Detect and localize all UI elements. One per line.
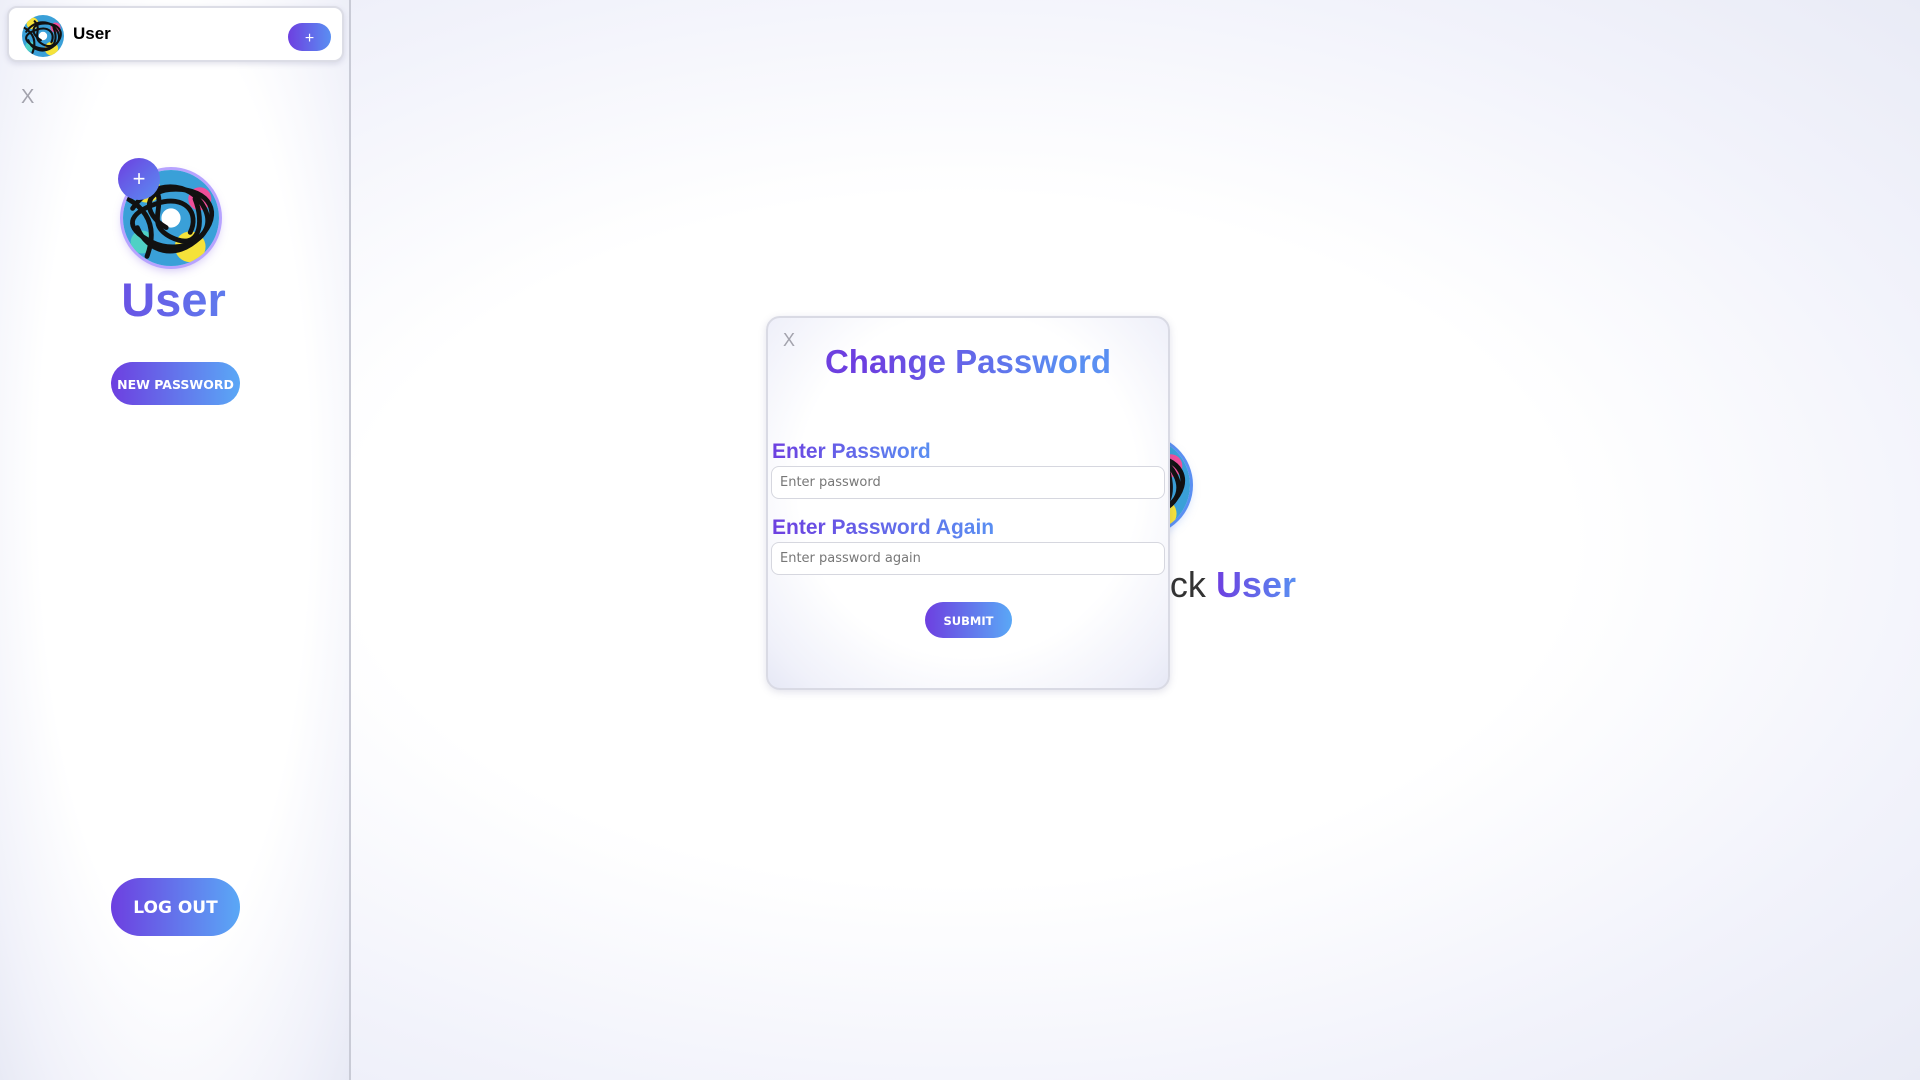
avatar[interactable] — [22, 15, 64, 57]
submit-button[interactable]: SUBMIT — [925, 602, 1012, 638]
sidebar: User + X + User NEW PASSWORD LOG OUT — [0, 0, 351, 1080]
new-password-button[interactable]: NEW PASSWORD — [111, 362, 240, 405]
user-name: User — [73, 24, 111, 43]
change-password-dialog: X Change Password Enter Password Enter P… — [766, 316, 1170, 690]
password-again-label: Enter Password Again — [772, 516, 995, 539]
profile-name: User — [0, 272, 347, 327]
dialog-title: Change Password — [768, 343, 1168, 381]
password-label: Enter Password — [772, 440, 931, 463]
sidebar-header: User + — [7, 6, 344, 62]
logout-button[interactable]: LOG OUT — [111, 878, 240, 936]
welcome-user-name: User — [1215, 564, 1296, 605]
password-again-input[interactable] — [771, 542, 1165, 575]
add-photo-button[interactable]: + — [118, 158, 160, 200]
close-sidebar-button[interactable]: X — [21, 86, 34, 109]
add-button[interactable]: + — [288, 23, 331, 51]
password-input[interactable] — [771, 466, 1165, 499]
